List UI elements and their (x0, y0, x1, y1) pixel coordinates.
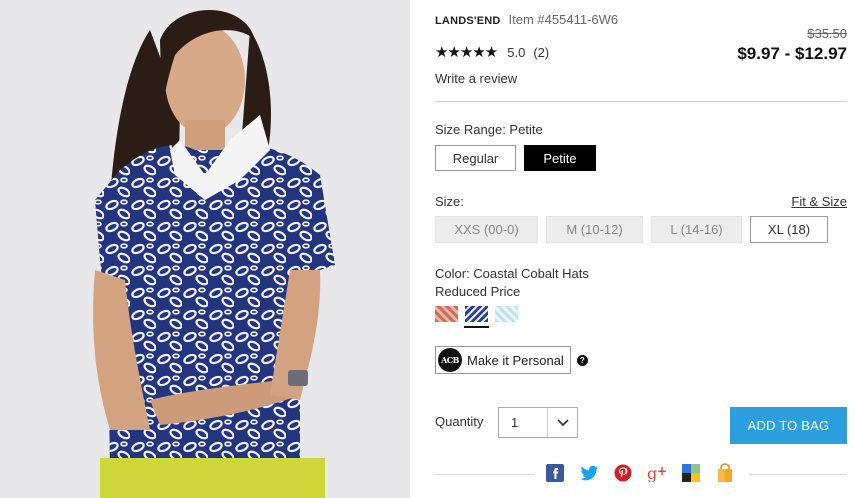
twitter-icon[interactable] (579, 463, 599, 483)
delicious-icon[interactable] (681, 463, 701, 483)
size-range-label: Size Range: Petite (435, 122, 543, 137)
swatch-light-blue-print[interactable] (495, 306, 518, 322)
share-bar: g + (545, 463, 735, 483)
size-l-button[interactable]: L (14-16) (651, 216, 742, 243)
rating-summary[interactable]: ★★★★★ 5.0 (2) (435, 43, 549, 61)
fit-size-link[interactable]: Fit & Size (791, 194, 847, 209)
size-label: Size: (435, 194, 464, 209)
svg-text:g: g (647, 464, 657, 482)
rating-stars: ★★★★★ (435, 43, 498, 61)
shopping-bag-icon[interactable] (715, 463, 735, 483)
size-range-petite-button[interactable]: Petite (524, 145, 596, 171)
product-photo-illustration (0, 0, 410, 498)
share-divider-left (435, 474, 535, 475)
write-review-link[interactable]: Write a review (435, 71, 517, 86)
swatch-coral-print[interactable] (435, 306, 458, 322)
personalize-row: ACB Make it Personal ? (435, 346, 588, 374)
size-xl-button[interactable]: XL (18) (750, 216, 828, 243)
review-count[interactable]: (2) (533, 45, 549, 60)
chevron-down-icon (547, 408, 577, 437)
quantity-label: Quantity (435, 414, 484, 429)
make-it-personal-label: Make it Personal (467, 352, 564, 368)
size-m-button[interactable]: M (10-12) (546, 216, 643, 243)
original-price: $35.50 (807, 26, 847, 41)
size-options: XXS (00-0) M (10-12) L (14-16) XL (18) (435, 216, 828, 243)
google-plus-icon[interactable]: g + (647, 463, 667, 483)
monogram-icon: ACB (438, 348, 462, 372)
size-xxs-button[interactable]: XXS (00-0) (435, 216, 538, 243)
rating-value: 5.0 (507, 44, 526, 60)
size-range-options: Regular Petite (435, 145, 596, 171)
brand-logo[interactable]: LANDS'END (435, 15, 501, 27)
divider (435, 101, 847, 102)
share-divider-right (749, 474, 847, 475)
quantity-select[interactable]: 1 (498, 407, 578, 438)
add-to-bag-button[interactable]: ADD TO BAG (730, 407, 847, 444)
size-range-regular-button[interactable]: Regular (435, 145, 516, 171)
item-number: Item #455411-6W6 (508, 12, 619, 27)
svg-text:+: + (657, 464, 667, 478)
product-image[interactable] (0, 0, 410, 498)
color-swatches (435, 306, 518, 328)
reduced-price-note: Reduced Price (435, 284, 521, 299)
facebook-icon[interactable] (545, 463, 565, 483)
product-details-panel: LANDS'END Item #455411-6W6 $35.50 $9.97 … (435, 0, 847, 498)
quantity-value: 1 (511, 415, 519, 430)
swatch-coastal-cobalt-hats[interactable] (464, 306, 489, 328)
pinterest-icon[interactable] (613, 463, 633, 483)
help-icon[interactable]: ? (576, 354, 588, 366)
make-it-personal-button[interactable]: ACB Make it Personal (435, 346, 571, 374)
brand-row: LANDS'END Item #455411-6W6 (435, 12, 618, 27)
sale-price: $9.97 - $12.97 (737, 44, 847, 63)
color-label: Color: Coastal Cobalt Hats (435, 266, 589, 281)
